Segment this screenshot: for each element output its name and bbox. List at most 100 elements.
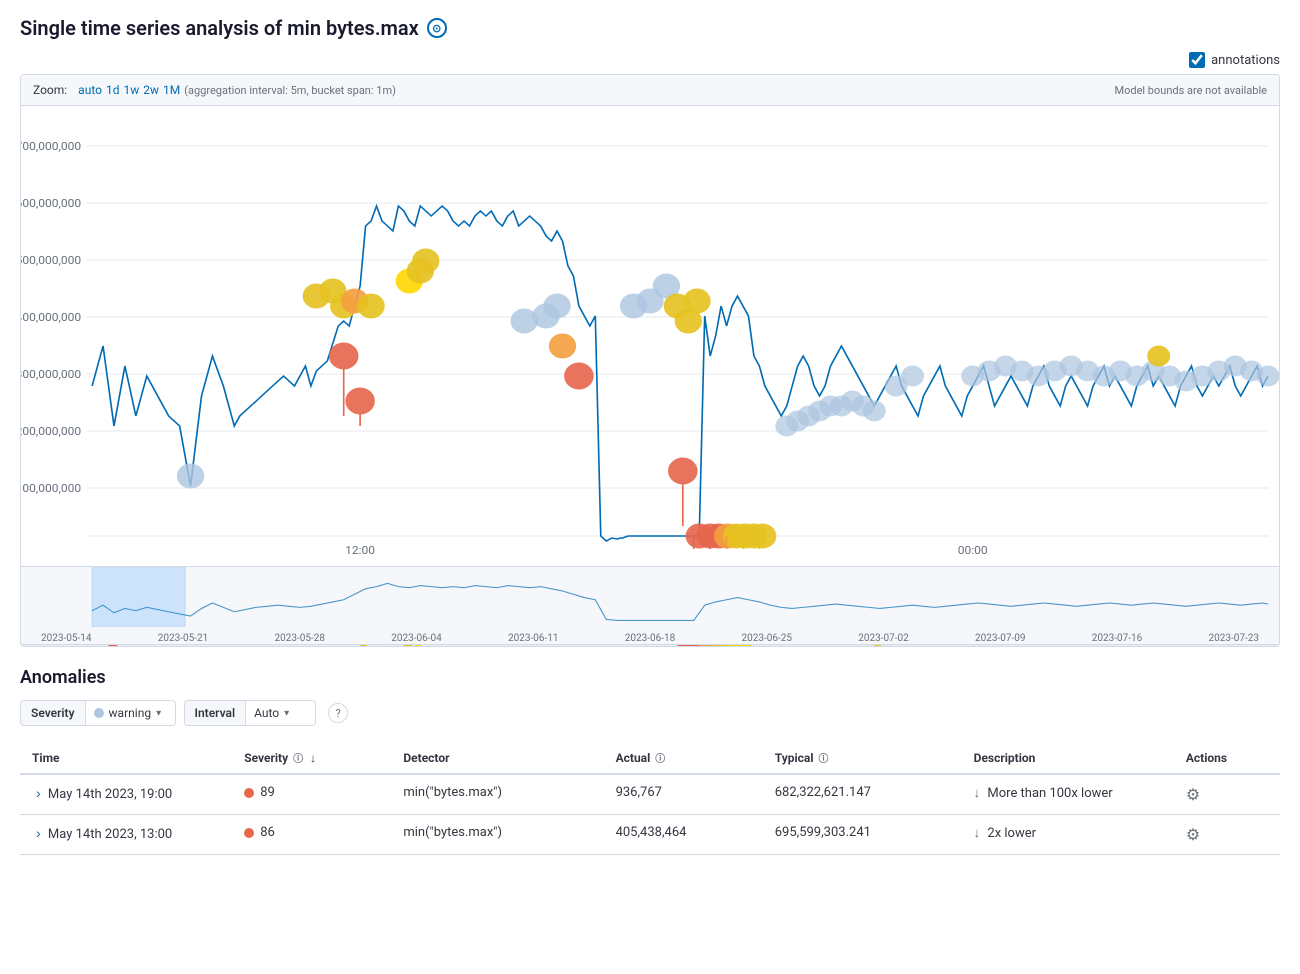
page-container: Single time series analysis of min bytes…	[0, 0, 1300, 871]
typical-info-icon[interactable]: ⓘ	[819, 754, 829, 765]
chart-main[interactable]: 700,000,000 600,000,000 500,000,000 400,…	[21, 106, 1279, 566]
svg-text:12:00: 12:00	[345, 544, 375, 557]
col-detector: Detector	[391, 742, 603, 774]
severity-sort-icon[interactable]: ↓	[310, 751, 316, 765]
row1-severity: 89	[232, 774, 391, 815]
chart-container: Zoom: auto 1d 1w 2w 1M (aggregation inte…	[20, 74, 1280, 647]
row2-severity-dot	[244, 828, 254, 838]
date-label: 2023-06-25	[742, 633, 793, 644]
svg-text:500,000,000: 500,000,000	[21, 254, 81, 267]
date-labels: 2023-05-14 2023-05-21 2023-05-28 2023-06…	[21, 633, 1279, 644]
zoom-1d[interactable]: 1d	[106, 83, 120, 97]
row2-actions: ⚙	[1174, 815, 1280, 855]
row2-detector: min("bytes.max")	[391, 815, 603, 855]
row2-desc-arrow: ↓	[974, 826, 981, 841]
row1-score: 89	[260, 785, 275, 800]
row1-actions: ⚙	[1174, 774, 1280, 815]
row1-actions-icon[interactable]: ⚙	[1186, 785, 1200, 804]
anomalies-title: Anomalies	[20, 667, 1280, 688]
row1-desc-arrow: ↓	[974, 786, 981, 801]
row2-time: May 14th 2023, 13:00	[48, 827, 172, 842]
severity-info-icon[interactable]: ⓘ	[293, 754, 303, 765]
row2-actions-icon[interactable]: ⚙	[1186, 825, 1200, 844]
info-icon[interactable]: ⊙	[427, 18, 447, 38]
actual-info-icon[interactable]: ⓘ	[655, 754, 665, 765]
table-row: › May 14th 2023, 13:00 86 min("bytes.max…	[20, 815, 1280, 855]
main-chart-svg: 700,000,000 600,000,000 500,000,000 400,…	[21, 106, 1279, 566]
severity-filter-group: Severity warning ▾	[20, 700, 176, 726]
row1-typical: 682,322,621.147	[763, 774, 962, 815]
row1-expand-button[interactable]: ›	[32, 785, 45, 801]
row1-time: May 14th 2023, 19:00	[48, 787, 172, 802]
zoom-links: Zoom: auto 1d 1w 2w 1M (aggregation inte…	[33, 83, 396, 97]
svg-text:700,000,000: 700,000,000	[21, 140, 81, 153]
date-label: 2023-05-28	[275, 633, 326, 644]
col-severity: Severity ⓘ ↓	[232, 742, 391, 774]
svg-text:400,000,000: 400,000,000	[21, 311, 81, 324]
annotations-label: annotations	[1211, 53, 1280, 68]
anomaly-severity-bar	[21, 644, 1279, 647]
row1-description: ↓ More than 100x lower	[962, 774, 1174, 815]
row1-expand-cell: › May 14th 2023, 19:00	[20, 774, 232, 815]
zoom-auto[interactable]: auto	[78, 83, 102, 97]
severity-dropdown[interactable]: warning ▾	[86, 700, 176, 726]
svg-text:600,000,000: 600,000,000	[21, 197, 81, 210]
zoom-2w[interactable]: 2w	[143, 83, 159, 97]
row1-severity-score: 89	[244, 785, 379, 800]
row1-actual: 936,767	[604, 774, 763, 815]
interval-chevron: ▾	[284, 708, 289, 719]
anomalies-table: Time Severity ⓘ ↓ Detector Actual ⓘ	[20, 742, 1280, 855]
svg-text:00:00: 00:00	[958, 544, 988, 557]
severity-filter-label: Severity	[20, 700, 86, 726]
annotations-row: annotations	[20, 52, 1280, 68]
mini-chart[interactable]: 2023-05-14 2023-05-21 2023-05-28 2023-06…	[21, 566, 1279, 646]
col-actions: Actions	[1174, 742, 1280, 774]
interval-value: Auto	[254, 706, 279, 720]
svg-text:200,000,000: 200,000,000	[21, 425, 81, 438]
row2-typical: 695,599,303.241	[763, 815, 962, 855]
svg-text:100,000,000: 100,000,000	[21, 482, 81, 495]
anomaly-bar-svg	[21, 645, 1279, 647]
chart-toolbar: Zoom: auto 1d 1w 2w 1M (aggregation inte…	[21, 75, 1279, 106]
zoom-label: Zoom:	[33, 83, 67, 97]
severity-value: warning	[109, 706, 152, 720]
annotations-checkbox[interactable]	[1189, 52, 1205, 68]
row1-detector: min("bytes.max")	[391, 774, 603, 815]
row2-expand-cell: › May 14th 2023, 13:00	[20, 815, 232, 855]
row2-description: ↓ 2x lower	[962, 815, 1174, 855]
table-row: › May 14th 2023, 19:00 89 min("bytes.max…	[20, 774, 1280, 815]
date-label: 2023-05-14	[41, 633, 92, 644]
interval-filter-label: Interval	[184, 700, 247, 726]
col-time: Time	[20, 742, 232, 774]
date-label: 2023-07-23	[1209, 633, 1260, 644]
date-label: 2023-06-04	[391, 633, 442, 644]
anomalies-section: Anomalies Severity warning ▾ Interval Au…	[20, 667, 1280, 855]
row1-severity-dot	[244, 788, 254, 798]
date-label: 2023-06-18	[625, 633, 676, 644]
row2-score: 86	[260, 825, 275, 840]
date-label: 2023-06-11	[508, 633, 559, 644]
help-icon[interactable]: ?	[328, 703, 348, 723]
row2-severity-score: 86	[244, 825, 379, 840]
date-label: 2023-07-09	[975, 633, 1026, 644]
row2-severity: 86	[232, 815, 391, 855]
mini-chart-svg	[21, 567, 1279, 627]
col-description: Description	[962, 742, 1174, 774]
page-header: Single time series analysis of min bytes…	[20, 16, 1280, 40]
severity-dot-warning	[94, 708, 104, 718]
svg-text:300,000,000: 300,000,000	[21, 368, 81, 381]
row2-actual: 405,438,464	[604, 815, 763, 855]
row2-expand-button[interactable]: ›	[32, 825, 45, 841]
table-header-row: Time Severity ⓘ ↓ Detector Actual ⓘ	[20, 742, 1280, 774]
col-actual: Actual ⓘ	[604, 742, 763, 774]
aggregation-info: (aggregation interval: 5m, bucket span: …	[184, 84, 396, 97]
model-bounds-text: Model bounds are not available	[1114, 84, 1267, 97]
filter-row: Severity warning ▾ Interval Auto ▾ ?	[20, 700, 1280, 726]
date-label: 2023-05-21	[158, 633, 209, 644]
severity-chevron: ▾	[156, 708, 161, 719]
zoom-1m[interactable]: 1M	[163, 83, 180, 97]
interval-dropdown[interactable]: Auto ▾	[246, 700, 316, 726]
zoom-1w[interactable]: 1w	[123, 83, 139, 97]
interval-filter-group: Interval Auto ▾	[184, 700, 317, 726]
col-typical: Typical ⓘ	[763, 742, 962, 774]
